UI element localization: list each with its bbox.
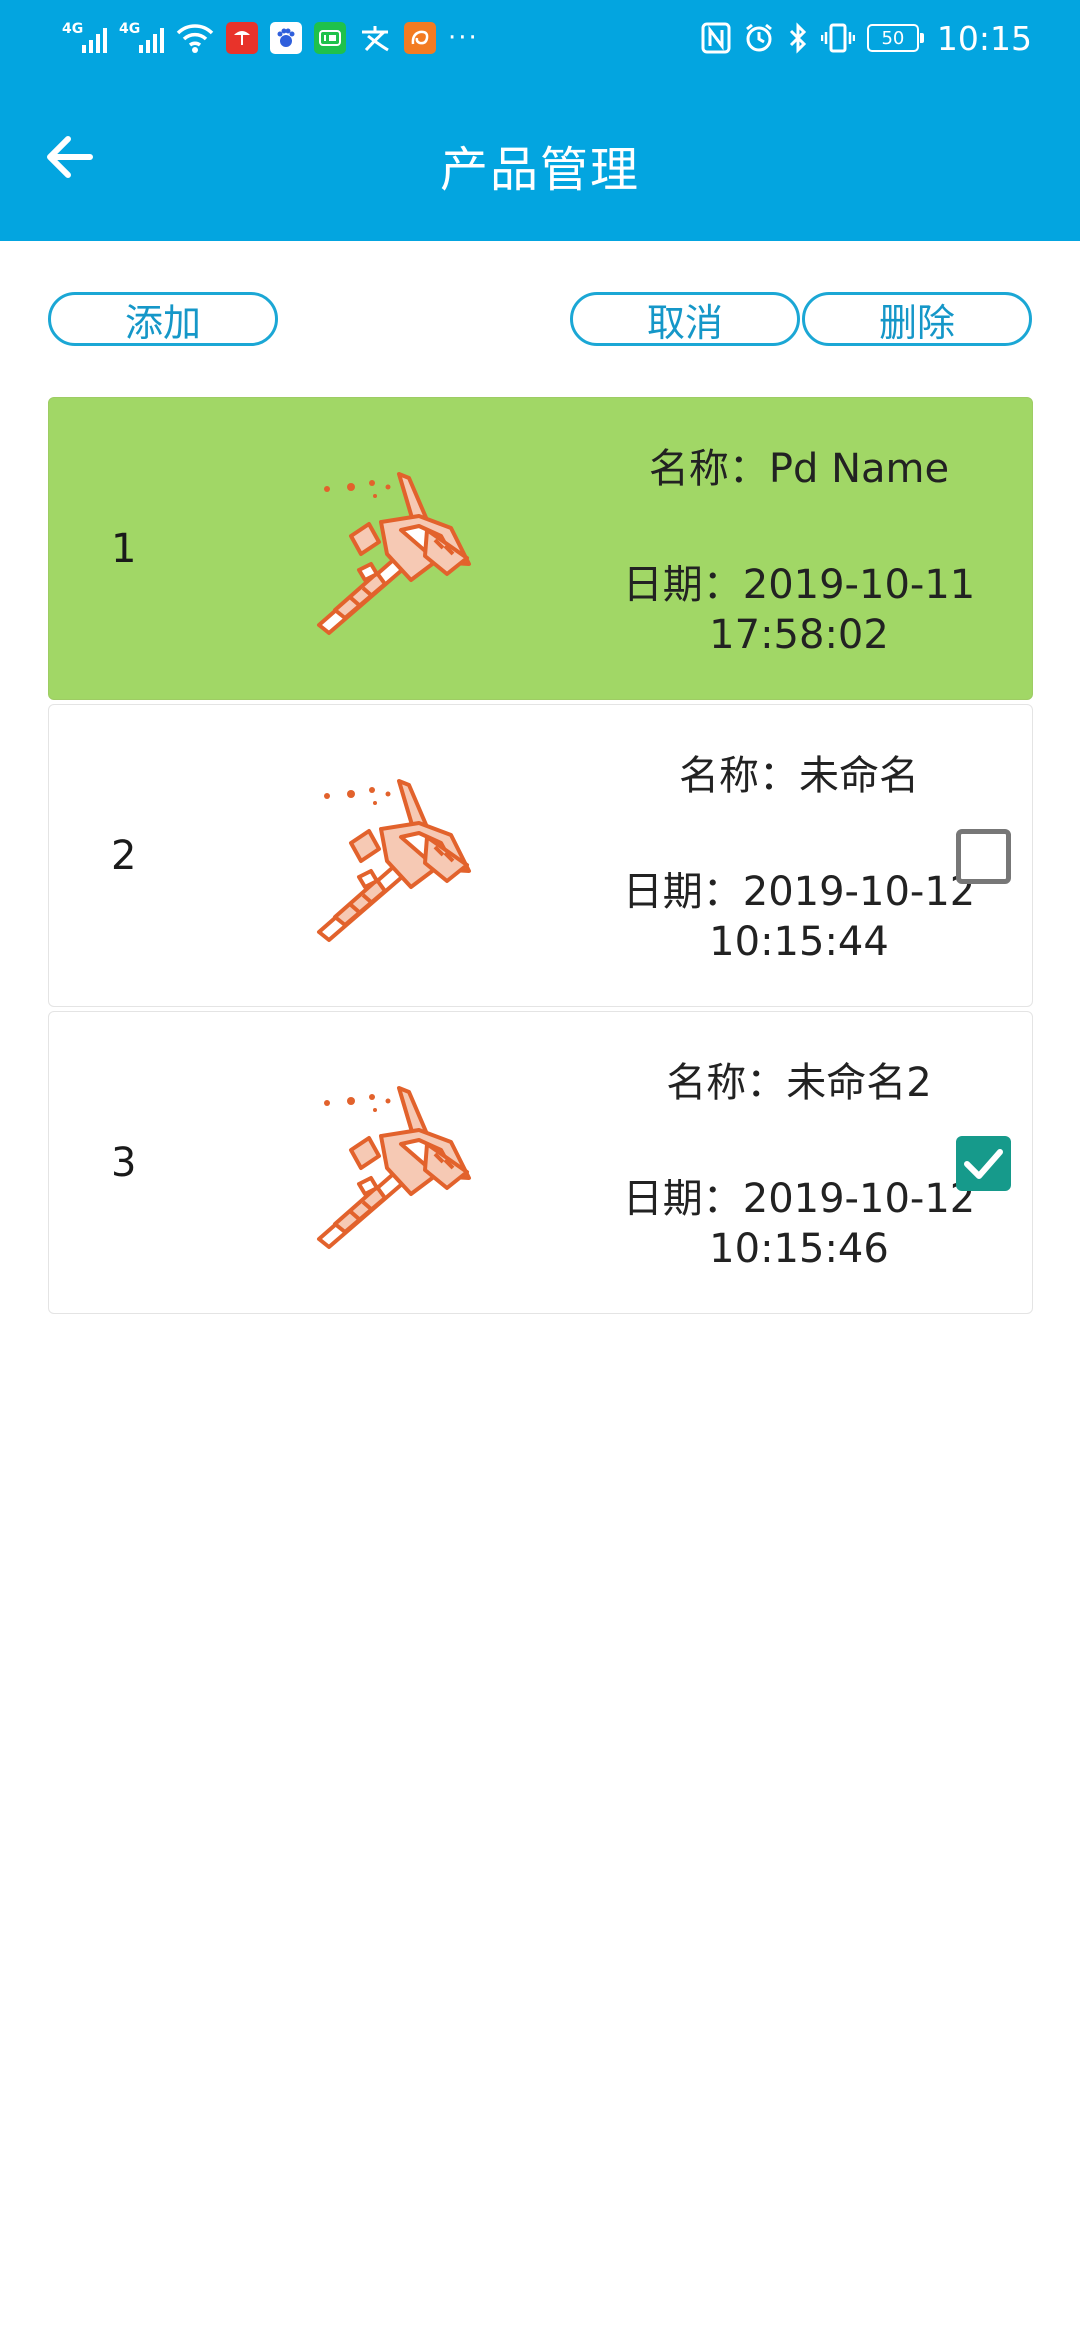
vernier-caliper-icon — [317, 779, 471, 942]
vibrate-icon — [820, 23, 855, 53]
row-index: 1 — [111, 525, 137, 572]
delete-button[interactable]: 删除 — [802, 292, 1032, 346]
wenku-app-icon — [362, 26, 389, 52]
app-header: 4G 4G ··· 50 10:15 产品管理 — [0, 0, 1080, 241]
bluetooth-icon — [789, 22, 807, 54]
status-bar: 4G 4G ··· 50 10:15 — [0, 0, 1080, 75]
baidu-app-icon — [270, 22, 302, 54]
product-time-line: 10:15:44 — [709, 919, 889, 965]
signal-icon: 4G — [119, 21, 164, 53]
vernier-caliper-icon — [317, 472, 471, 635]
uc-browser-app-icon — [404, 22, 436, 54]
check-icon — [964, 1149, 1003, 1179]
status-right: 50 10:15 — [701, 18, 1032, 58]
iqiyi-app-icon — [314, 22, 346, 54]
product-time-line: 17:58:02 — [709, 612, 889, 658]
wifi-icon — [176, 24, 214, 53]
nfc-icon — [701, 22, 731, 54]
more-notifications-icon: ··· — [448, 23, 479, 53]
add-button[interactable]: 添加 — [48, 292, 278, 346]
app-notification-icon — [226, 22, 258, 54]
signal-icon: 4G — [62, 21, 107, 53]
network-type-label: 4G — [119, 21, 141, 37]
product-name: 名称：未命名2 — [666, 1060, 932, 1106]
product-row[interactable]: 2 名称：未命名 日期：2019-10-12 10:15:44 — [48, 704, 1033, 1007]
product-row[interactable]: 1 名称：Pd Name 日期：2019-10-11 17:58:02 — [48, 397, 1033, 700]
row-checkbox[interactable] — [956, 1136, 1011, 1191]
row-index: 2 — [111, 832, 137, 879]
row-checkbox[interactable] — [956, 829, 1011, 884]
network-type-label: 4G — [62, 21, 84, 37]
product-row[interactable]: 3 名称：未命名2 日期：2019-10-12 10:15:46 — [48, 1011, 1033, 1314]
battery-icon: 50 — [866, 24, 924, 52]
product-time-line: 10:15:46 — [709, 1226, 889, 1272]
row-index: 3 — [111, 1139, 137, 1186]
clock: 10:15 — [936, 18, 1032, 58]
product-list: 1 名称：Pd Name 日期：2019-10-11 17:58:02 2 名称… — [48, 397, 1033, 1318]
product-name: 名称：Pd Name — [648, 446, 950, 492]
alarm-icon — [745, 23, 772, 52]
product-date-line: 日期：2019-10-11 — [622, 562, 976, 608]
vernier-caliper-icon — [317, 1086, 471, 1249]
page-title: 产品管理 — [439, 142, 640, 198]
battery-level: 50 — [881, 27, 905, 49]
cancel-button[interactable]: 取消 — [570, 292, 800, 346]
product-date: 日期：2019-10-11 17:58:02 — [539, 560, 1059, 660]
product-name: 名称：未命名 — [679, 753, 919, 799]
status-left: 4G 4G ··· — [62, 18, 479, 58]
